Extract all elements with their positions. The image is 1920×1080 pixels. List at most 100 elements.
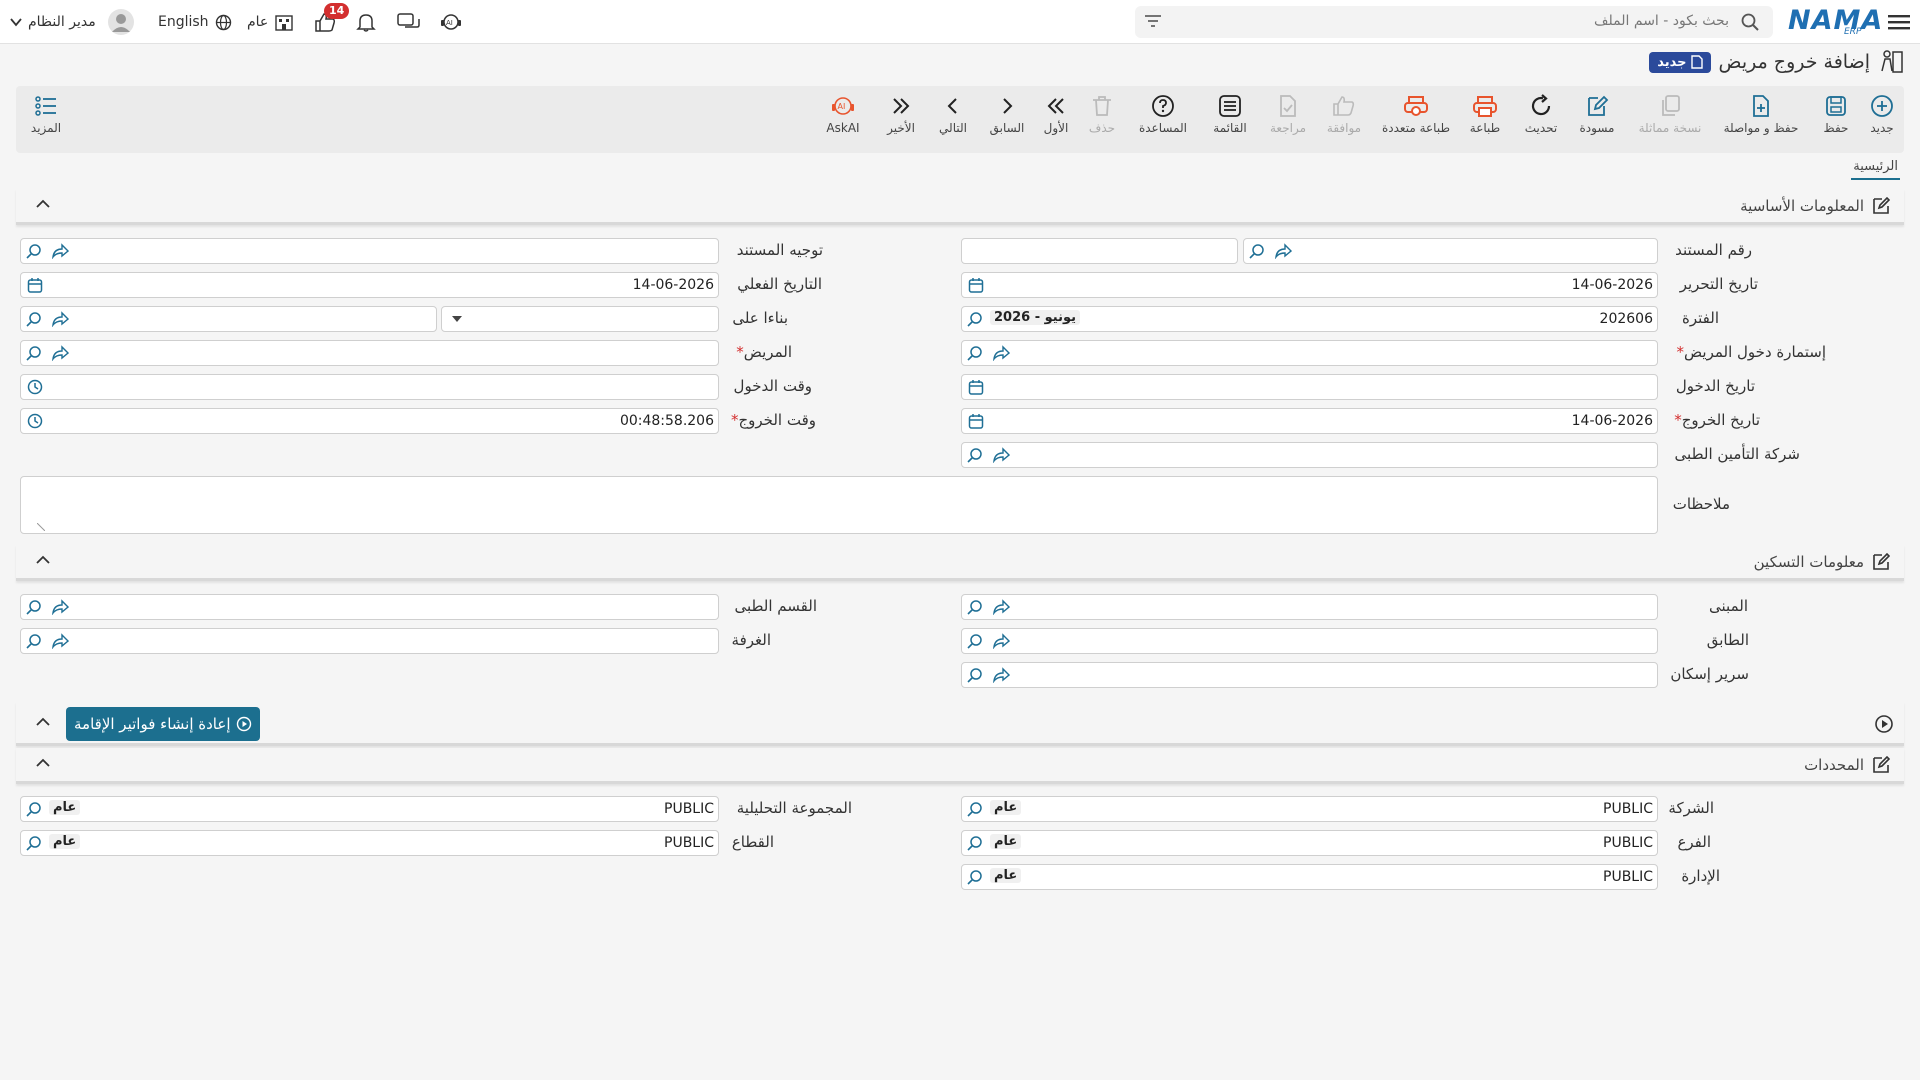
- resize-handle-icon[interactable]: [37, 523, 45, 531]
- language-switch[interactable]: English: [158, 0, 232, 44]
- search-refresh-icon[interactable]: [26, 633, 42, 649]
- hamburger-menu-icon[interactable]: [1888, 0, 1910, 44]
- clock-icon[interactable]: [27, 379, 43, 395]
- search-refresh-icon[interactable]: [967, 633, 983, 649]
- user-menu[interactable]: مدير النظام: [10, 0, 134, 44]
- draft-button[interactable]: مسودة: [1572, 94, 1622, 135]
- analytic-group-input[interactable]: PUBLIC عام: [20, 796, 719, 822]
- share-icon[interactable]: [992, 633, 1010, 649]
- list-button[interactable]: القائمة: [1204, 94, 1256, 135]
- share-icon[interactable]: [992, 599, 1010, 615]
- approve-button[interactable]: موافقة: [1318, 94, 1370, 135]
- search-refresh-icon[interactable]: [26, 835, 42, 851]
- review-button[interactable]: مراجعة: [1262, 94, 1314, 135]
- search-refresh-icon[interactable]: [967, 345, 983, 361]
- entry-time-input[interactable]: [20, 374, 719, 400]
- filter-icon[interactable]: [1145, 14, 1161, 28]
- patient-input[interactable]: [20, 340, 719, 366]
- save-continue-button[interactable]: حفظ و مواصلة: [1716, 94, 1806, 135]
- bell-icon[interactable]: [356, 0, 376, 44]
- insurance-input[interactable]: [961, 442, 1658, 468]
- department-input[interactable]: PUBLIC عام: [961, 864, 1658, 890]
- save-button[interactable]: حفظ: [1814, 94, 1858, 135]
- notes-textarea[interactable]: [20, 476, 1658, 534]
- search-refresh-icon[interactable]: [26, 243, 42, 259]
- search-icon[interactable]: [1741, 13, 1759, 31]
- branch-input[interactable]: PUBLIC عام: [961, 830, 1658, 856]
- play-circle-icon[interactable]: [1874, 714, 1894, 734]
- admission-form-input[interactable]: [961, 340, 1658, 366]
- multi-print-button[interactable]: طباعة متعددة: [1376, 94, 1456, 135]
- doc-no-extra-input[interactable]: [961, 238, 1238, 264]
- more-button[interactable]: المزيد: [18, 94, 74, 135]
- search-refresh-icon[interactable]: [967, 869, 983, 885]
- actual-date-input[interactable]: 14-06-2026: [20, 272, 719, 298]
- chevron-up-icon[interactable]: [36, 555, 50, 565]
- search-refresh-icon[interactable]: [967, 835, 983, 851]
- medical-dept-input[interactable]: [20, 594, 719, 620]
- chevron-up-icon[interactable]: [36, 199, 50, 209]
- ai-assistant-icon[interactable]: AI: [440, 0, 462, 44]
- askai-button[interactable]: AI AskAI: [816, 94, 870, 135]
- scope-selector[interactable]: عام: [247, 0, 294, 44]
- bed-input[interactable]: [961, 662, 1658, 688]
- exit-time-input[interactable]: 00:48:58.206: [20, 408, 719, 434]
- new-button[interactable]: جديد: [1860, 94, 1904, 135]
- share-icon[interactable]: [992, 667, 1010, 683]
- search-refresh-icon[interactable]: [26, 311, 42, 327]
- section-dimensions[interactable]: المحددات: [16, 748, 1904, 784]
- share-icon[interactable]: [992, 345, 1010, 361]
- search-refresh-icon[interactable]: [967, 599, 983, 615]
- exit-date-input[interactable]: 14-06-2026: [961, 408, 1658, 434]
- entry-date-input[interactable]: [961, 374, 1658, 400]
- last-button[interactable]: الأخير: [878, 94, 924, 135]
- calendar-icon[interactable]: [27, 277, 43, 293]
- duplicate-button[interactable]: نسخة مماثلة: [1628, 94, 1712, 135]
- company-input[interactable]: PUBLIC عام: [961, 796, 1658, 822]
- share-icon[interactable]: [51, 243, 69, 259]
- delete-button[interactable]: حذف: [1082, 94, 1122, 135]
- next-button[interactable]: التالي: [930, 94, 976, 135]
- chat-icon[interactable]: [397, 0, 421, 44]
- share-icon[interactable]: [51, 633, 69, 649]
- search-refresh-icon[interactable]: [967, 667, 983, 683]
- search-refresh-icon[interactable]: [967, 801, 983, 817]
- section-basic-info[interactable]: المعلومات الأساسية: [16, 189, 1904, 225]
- previous-button[interactable]: السابق: [984, 94, 1030, 135]
- period-input[interactable]: 202606 2026 - يونيو: [961, 306, 1658, 332]
- search-refresh-icon[interactable]: [967, 447, 983, 463]
- search-refresh-icon[interactable]: [967, 311, 983, 327]
- floor-input[interactable]: [961, 628, 1658, 654]
- share-icon[interactable]: [1274, 243, 1292, 259]
- search-input[interactable]: بحث بكود - اسم الملف: [1135, 6, 1773, 38]
- doc-no-input[interactable]: [1243, 238, 1658, 264]
- share-icon[interactable]: [51, 599, 69, 615]
- approvals-button[interactable]: 14: [314, 0, 350, 44]
- share-icon[interactable]: [51, 311, 69, 327]
- search-refresh-icon[interactable]: [26, 801, 42, 817]
- search-refresh-icon[interactable]: [26, 599, 42, 615]
- section-housing-info[interactable]: معلومات التسكين: [16, 545, 1904, 581]
- clock-icon[interactable]: [27, 413, 43, 429]
- tab-main[interactable]: الرئيسية: [1851, 155, 1900, 180]
- share-icon[interactable]: [51, 345, 69, 361]
- edit-date-input[interactable]: 14-06-2026: [961, 272, 1658, 298]
- help-button[interactable]: المساعدة: [1128, 94, 1198, 135]
- chevron-up-icon[interactable]: [36, 758, 50, 768]
- share-icon[interactable]: [992, 447, 1010, 463]
- room-input[interactable]: [20, 628, 719, 654]
- based-on-select[interactable]: [441, 306, 719, 332]
- search-refresh-icon[interactable]: [1249, 243, 1265, 259]
- rebuild-invoices-button[interactable]: إعادة إنشاء فواتير الإقامة: [66, 707, 261, 741]
- sector-input[interactable]: PUBLIC عام: [20, 830, 719, 856]
- calendar-icon[interactable]: [968, 277, 984, 293]
- calendar-icon[interactable]: [968, 379, 984, 395]
- nama-logo[interactable]: NAMA ERP: [1788, 0, 1882, 44]
- refresh-button[interactable]: تحديث: [1516, 94, 1566, 135]
- based-on-input[interactable]: [20, 306, 437, 332]
- chevron-up-icon[interactable]: [36, 717, 50, 727]
- building-input[interactable]: [961, 594, 1658, 620]
- print-button[interactable]: طباعة: [1460, 94, 1510, 135]
- doc-direction-input[interactable]: [20, 238, 719, 264]
- first-button[interactable]: الأول: [1036, 94, 1076, 135]
